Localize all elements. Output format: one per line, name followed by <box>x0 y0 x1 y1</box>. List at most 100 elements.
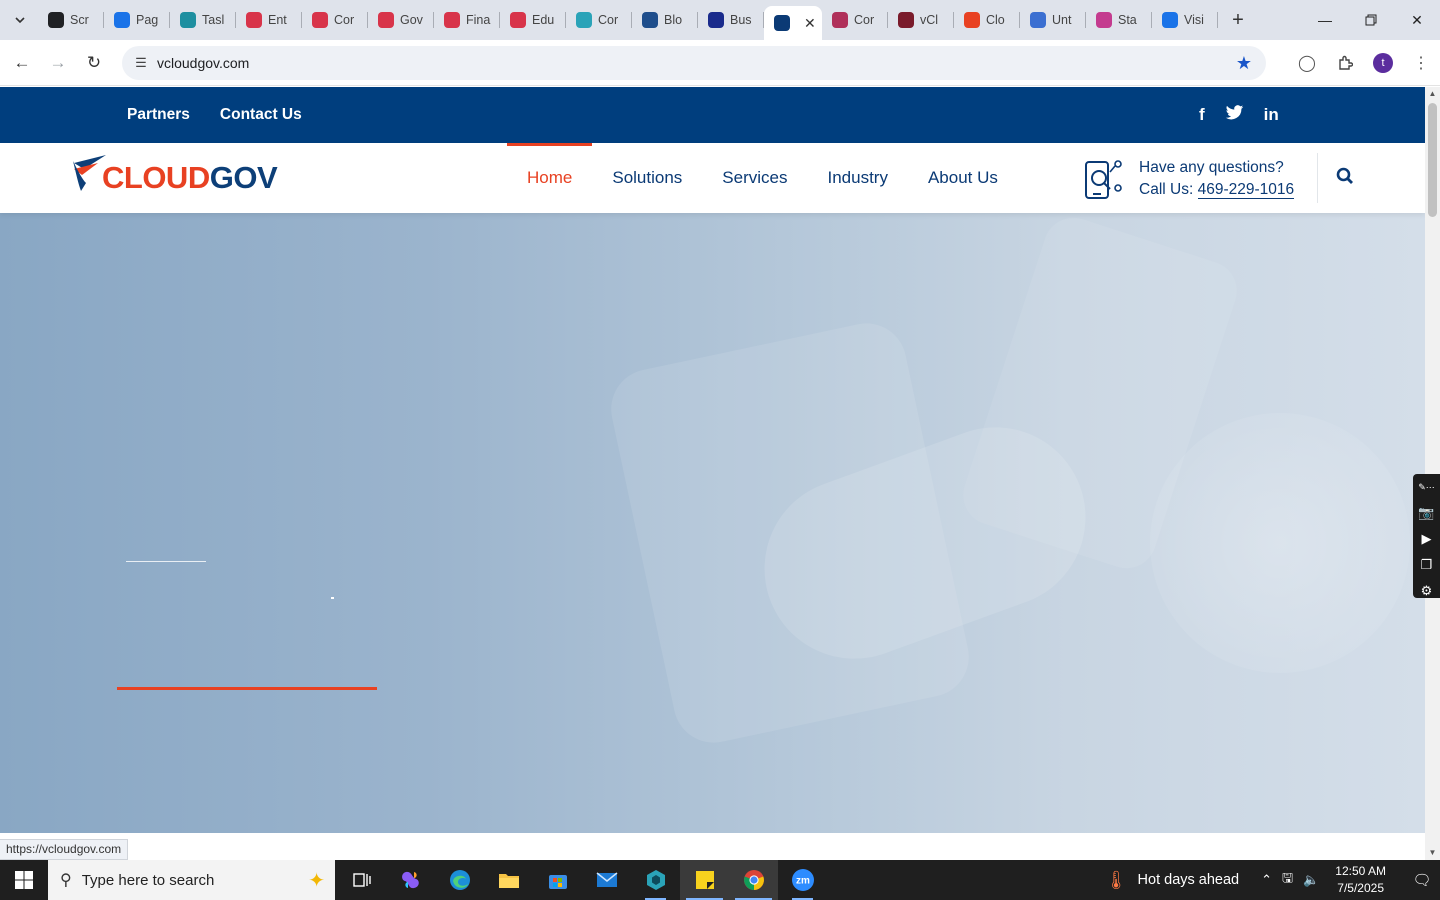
translate-icon[interactable]: ◯ <box>1288 44 1326 82</box>
topbar-link-partners[interactable]: Partners <box>127 106 190 124</box>
browser-tab[interactable]: Cor <box>566 0 632 40</box>
menu-kebab-icon[interactable]: ⋮ <box>1402 44 1440 82</box>
hex-app-icon[interactable] <box>631 860 680 900</box>
main-navigation: CLOUDGOV Home Solutions Services Industr… <box>0 143 1425 213</box>
tab-search-icon[interactable] <box>6 6 34 34</box>
x-logo-icon <box>708 12 724 28</box>
browser-tab[interactable]: Unt <box>1020 0 1086 40</box>
screen-capture-widget: ✎⋯ 📷 ▶ ❐ ⚙ <box>1413 474 1440 598</box>
hero-banner <box>0 213 1425 833</box>
cloud-swoosh-icon <box>964 12 980 28</box>
search-highlight-icon: ✦ <box>308 870 325 892</box>
menu-item-services[interactable]: Services <box>702 143 807 213</box>
scroll-up-arrow-icon[interactable]: ▲ <box>1425 87 1440 101</box>
browser-tab-label: Cor <box>334 13 355 27</box>
twitter-icon[interactable] <box>1225 104 1244 126</box>
bookmark-star-icon[interactable]: ★ <box>1236 53 1252 74</box>
sticky-notes-icon[interactable] <box>680 860 729 900</box>
url-text[interactable]: vcloudgov.com <box>157 55 249 71</box>
camera-icon[interactable]: 📷 <box>1418 504 1434 522</box>
browser-tab[interactable]: Cor <box>822 0 888 40</box>
weather-text: Hot days ahead <box>1137 872 1240 888</box>
address-bar[interactable]: ☰ vcloudgov.com ★ <box>122 46 1266 80</box>
gov-diamond-icon <box>312 12 328 28</box>
browser-tab[interactable]: Tasl <box>170 0 236 40</box>
browser-tab[interactable]: Blo <box>632 0 698 40</box>
edge-browser-icon[interactable] <box>435 860 484 900</box>
browser-tab-label: Visi <box>1184 13 1204 27</box>
browser-tab[interactable]: Gov <box>368 0 434 40</box>
social-links: f in <box>1199 87 1279 143</box>
contact-text: Have any questions? Call Us: 469-229-101… <box>1139 157 1295 201</box>
notification-center-icon[interactable]: 🗨 <box>1404 871 1440 889</box>
taskbar-search-icon: ⚲ <box>60 872 72 889</box>
minimize-icon[interactable]: — <box>1302 0 1348 40</box>
menu-item-about-us[interactable]: About Us <box>908 143 1018 213</box>
mail-icon[interactable] <box>582 860 631 900</box>
task-view-icon[interactable] <box>337 860 386 900</box>
contact-block: Have any questions? Call Us: 469-229-101… <box>1084 157 1295 201</box>
site-search-icon[interactable] <box>1336 167 1354 190</box>
menu-item-industry[interactable]: Industry <box>807 143 907 213</box>
logo-swoosh-icon <box>73 155 106 191</box>
scrollbar-thumb[interactable] <box>1428 103 1437 217</box>
browser-tab[interactable]: Edu <box>500 0 566 40</box>
windows-start-icon[interactable] <box>0 860 48 900</box>
back-icon[interactable]: ← <box>4 45 40 81</box>
microsoft-store-icon[interactable] <box>533 860 582 900</box>
volume-icon[interactable]: 🔈 <box>1303 872 1319 888</box>
taskbar-search-box[interactable]: ⚲ Type here to search ✦ <box>48 860 335 900</box>
linkedin-icon[interactable]: in <box>1264 105 1279 125</box>
file-explorer-icon[interactable] <box>484 860 533 900</box>
logo-text-gov: GOV <box>209 160 278 195</box>
browser-tab[interactable]: Ent <box>236 0 302 40</box>
new-tab-icon[interactable]: + <box>1224 6 1252 34</box>
browser-tab[interactable]: Sta <box>1086 0 1152 40</box>
video-camera-icon[interactable]: ▶ <box>1422 530 1432 548</box>
taskbar-search-placeholder: Type here to search <box>81 871 215 889</box>
browser-tab[interactable]: vCl <box>888 0 954 40</box>
browser-tab[interactable]: Pag <box>104 0 170 40</box>
chrome-icon[interactable] <box>729 860 778 900</box>
show-hidden-icons-icon[interactable]: ⌃ <box>1261 872 1272 888</box>
page-bottom-strip <box>0 833 1425 860</box>
site-info-icon[interactable]: ☰ <box>126 55 156 71</box>
close-tab-icon[interactable]: ✕ <box>804 15 816 32</box>
browser-tab[interactable]: Cor <box>302 0 368 40</box>
network-icon[interactable]: 🖫 <box>1282 869 1293 891</box>
browser-tab[interactable]: Fina <box>434 0 500 40</box>
site-topbar: Partners Contact Us f in <box>0 87 1425 143</box>
v-check-icon <box>898 12 914 28</box>
extensions-icon[interactable] <box>1326 44 1364 82</box>
contact-question: Have any questions? <box>1139 159 1284 176</box>
close-window-icon[interactable]: ✕ <box>1394 0 1440 40</box>
doc-icon <box>1030 12 1046 28</box>
browser-tab[interactable]: Visi <box>1152 0 1218 40</box>
hero-decor-line <box>126 561 206 562</box>
browser-tab[interactable]: Clo <box>954 0 1020 40</box>
reload-icon[interactable]: ↻ <box>76 45 112 81</box>
profile-avatar[interactable]: t <box>1364 44 1402 82</box>
cloudgov-logo[interactable]: CLOUDGOV <box>72 155 278 195</box>
browser-tab-active[interactable]: ✕ <box>764 6 822 40</box>
menu-item-solutions[interactable]: Solutions <box>592 143 702 213</box>
restore-icon[interactable] <box>1348 0 1394 40</box>
forward-icon[interactable]: → <box>40 45 76 81</box>
browser-tab[interactable]: Scr <box>38 0 104 40</box>
contact-phone-link[interactable]: 469-229-1016 <box>1197 181 1295 199</box>
widget-handle-icon[interactable]: ✎⋯ <box>1418 478 1435 496</box>
menu-item-home[interactable]: Home <box>507 143 593 213</box>
copilot-icon[interactable] <box>386 860 435 900</box>
window-capture-icon[interactable]: ❐ <box>1421 556 1433 574</box>
facebook-icon[interactable]: f <box>1199 105 1205 125</box>
weather-widget[interactable]: 🌡 Hot days ahead <box>1105 870 1239 891</box>
cloudgov-icon <box>774 15 790 31</box>
browser-tab[interactable]: Bus <box>698 0 764 40</box>
taskbar-clock[interactable]: 12:50 AM 7/5/2025 <box>1335 863 1386 897</box>
scroll-down-arrow-icon[interactable]: ▼ <box>1425 846 1440 860</box>
browser-tab-label: Unt <box>1052 13 1072 27</box>
zoom-app-icon[interactable]: zm <box>778 860 827 900</box>
contact-call-line: Call Us: 469-229-1016 <box>1139 179 1295 201</box>
widget-settings-icon[interactable]: ⚙ <box>1421 582 1433 600</box>
topbar-link-contact[interactable]: Contact Us <box>220 106 302 124</box>
